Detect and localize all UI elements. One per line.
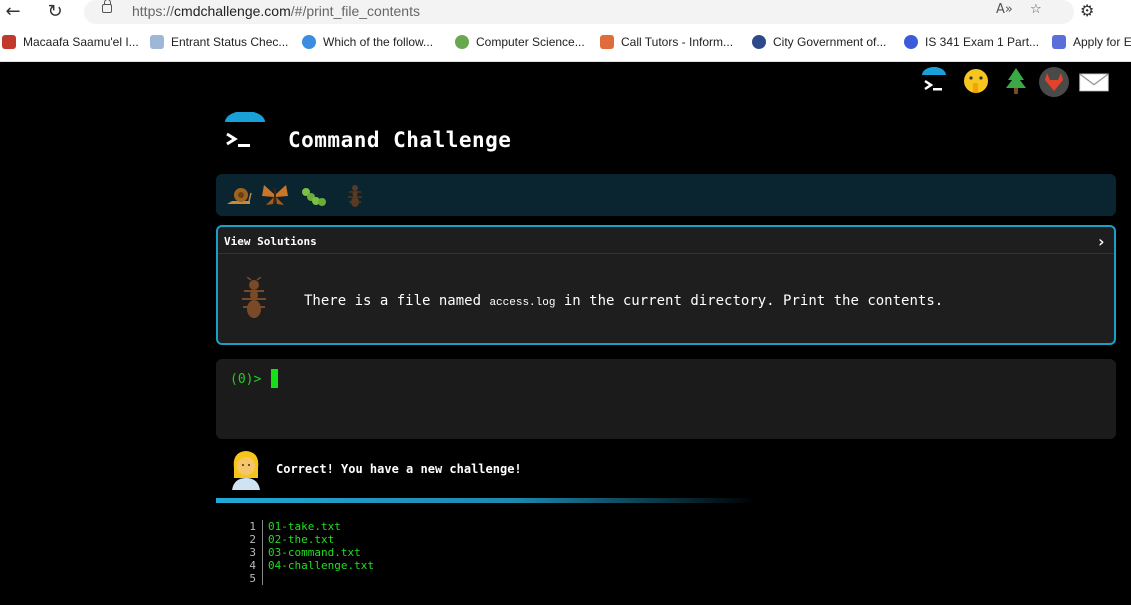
- gutter-divider: [262, 533, 263, 546]
- line-number: 1: [249, 520, 256, 533]
- back-arrow-icon[interactable]: ←: [2, 1, 24, 23]
- gutter-divider: [262, 559, 263, 572]
- woman-avatar-icon: [232, 451, 260, 490]
- address-row: ← ↻ https://cmdchallenge.com/#/print_fil…: [0, 0, 1131, 26]
- output-line: 1 01-take.txt: [248, 520, 374, 533]
- book-icon: [2, 35, 16, 49]
- q-icon: [904, 35, 918, 49]
- terminal-logo-icon[interactable]: [918, 66, 950, 98]
- graduation-cap-icon: [600, 35, 614, 49]
- butterfly-icon[interactable]: [260, 180, 290, 210]
- shushing-face-icon[interactable]: [960, 66, 992, 98]
- line-text: 04-challenge.txt: [268, 559, 374, 572]
- swirl-icon: [455, 35, 469, 49]
- output-line: 5: [248, 572, 374, 585]
- bookmark-item[interactable]: Apply for E: [1052, 35, 1131, 49]
- progress-line: [216, 498, 756, 503]
- url-text[interactable]: https://cmdchallenge.com/#/print_file_co…: [132, 3, 420, 19]
- lock-icon: [102, 0, 112, 13]
- bookmark-item[interactable]: Call Tutors - Inform...: [600, 35, 733, 49]
- output-line: 3 03-command.txt: [248, 546, 374, 559]
- bookmark-item[interactable]: Computer Science...: [455, 35, 585, 49]
- line-text: 01-take.txt: [268, 520, 341, 533]
- command-output: 1 01-take.txt 2 02-the.txt 3 03-command.txt…: [248, 520, 374, 585]
- terminal-prompt: (0)>: [230, 372, 262, 387]
- line-text: 03-command.txt: [268, 546, 361, 559]
- read-aloud-icon[interactable]: A»: [996, 2, 1013, 17]
- line-number: 3: [249, 546, 256, 559]
- line-number: 5: [249, 572, 256, 585]
- bookmark-item[interactable]: Macaafa Saamu'el I...: [2, 35, 139, 49]
- seal-icon: [752, 35, 766, 49]
- gitlab-icon[interactable]: [1038, 66, 1070, 98]
- output-line: 2 02-the.txt: [248, 533, 374, 546]
- snail-icon[interactable]: [224, 180, 254, 210]
- upload-circle-icon: [302, 35, 316, 49]
- mail-icon[interactable]: [1078, 66, 1110, 98]
- refresh-icon[interactable]: ↻: [44, 1, 66, 23]
- wings-icon: [1052, 35, 1066, 49]
- browser-chrome: ← ↻ https://cmdchallenge.com/#/print_fil…: [0, 0, 1131, 62]
- add-favorite-icon[interactable]: ☆: [1030, 2, 1042, 17]
- result-message: Correct! You have a new challenge!: [276, 462, 522, 476]
- gutter-divider: [262, 520, 263, 533]
- site-logo-icon: [225, 112, 265, 147]
- address-bar[interactable]: https://cmdchallenge.com/#/print_file_co…: [84, 0, 1074, 24]
- extensions-icon[interactable]: ⚙: [1080, 1, 1094, 20]
- bookmark-item[interactable]: IS 341 Exam 1 Part...: [904, 35, 1039, 49]
- bookmark-item[interactable]: Entrant Status Chec...: [150, 35, 288, 49]
- terminal-input[interactable]: (0)>: [216, 359, 1116, 439]
- challenge-description: There is a file named access.log in the …: [304, 293, 944, 309]
- chevron-right-icon[interactable]: ›: [1096, 232, 1106, 251]
- document-icon: [150, 35, 164, 49]
- tree-icon[interactable]: [1000, 66, 1032, 98]
- filename-code: access.log: [489, 297, 556, 309]
- gutter-divider: [262, 546, 263, 559]
- text-cursor: [271, 369, 278, 388]
- bookmark-item[interactable]: City Government of...: [752, 35, 886, 49]
- output-line: 4 04-challenge.txt: [248, 559, 374, 572]
- gutter-divider: [262, 572, 263, 585]
- bug-progress-bar: [216, 174, 1116, 216]
- bookmarks-bar: Macaafa Saamu'el I... Entrant Status Che…: [0, 31, 1131, 57]
- ant-icon: [242, 277, 266, 318]
- line-number: 2: [249, 533, 256, 546]
- caterpillar-icon[interactable]: [300, 180, 330, 210]
- view-solutions-link[interactable]: View Solutions: [224, 235, 317, 248]
- bookmark-item[interactable]: Which of the follow...: [302, 35, 433, 49]
- divider: [218, 253, 1114, 254]
- line-number: 4: [249, 559, 256, 572]
- line-text: 02-the.txt: [268, 533, 335, 546]
- page-title: Command Challenge: [288, 128, 512, 152]
- challenge-panel: View Solutions › There is a file named a…: [216, 225, 1116, 345]
- ant-icon[interactable]: [340, 180, 370, 210]
